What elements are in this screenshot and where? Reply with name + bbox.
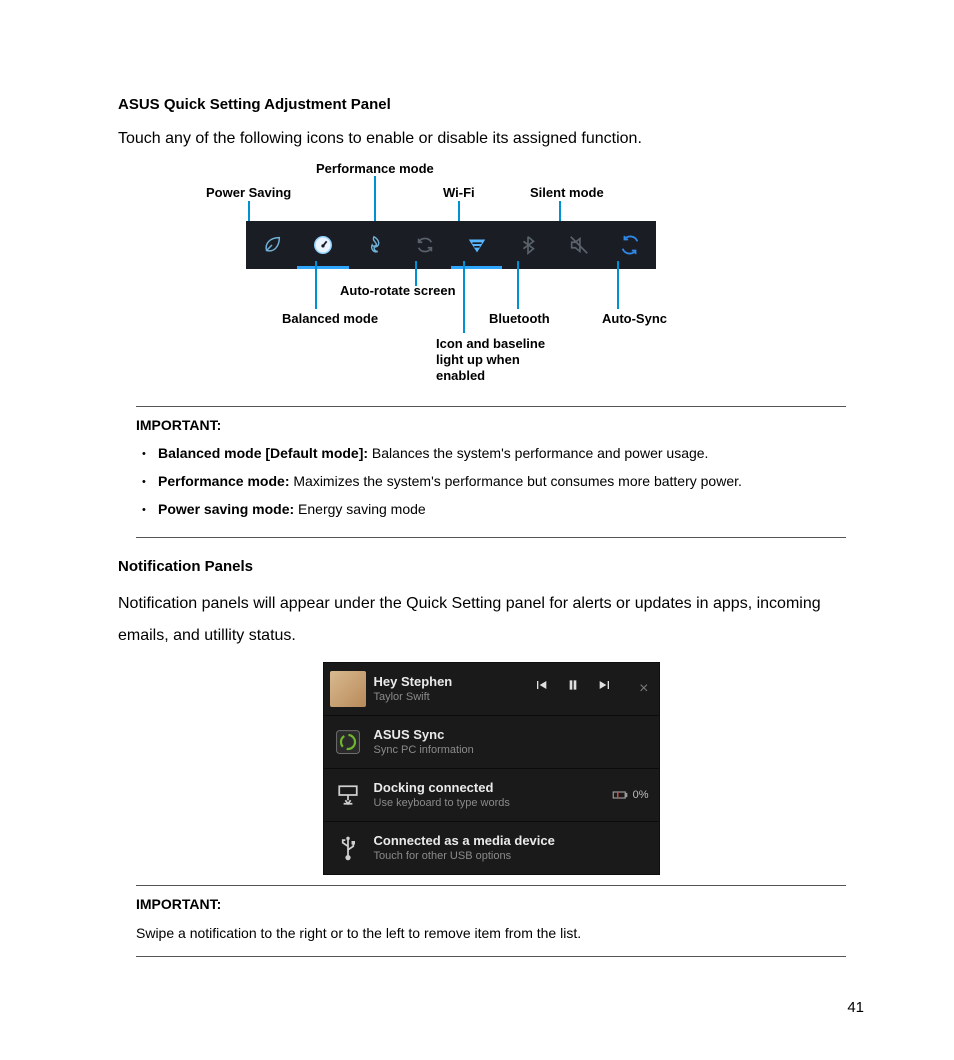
callout-auto-sync: Auto-Sync bbox=[602, 311, 667, 327]
callout-auto-rotate: Auto-rotate screen bbox=[340, 283, 456, 299]
wifi-icon bbox=[466, 234, 488, 256]
callout-line bbox=[463, 261, 465, 333]
qs-silent[interactable] bbox=[554, 221, 605, 269]
callout-silent: Silent mode bbox=[530, 185, 604, 201]
notification-row-music[interactable]: Hey Stephen Taylor Swift × bbox=[324, 663, 659, 716]
qs-performance[interactable] bbox=[349, 221, 400, 269]
notification-title: Docking connected bbox=[374, 781, 611, 795]
notification-subtitle: Taylor Swift bbox=[374, 691, 534, 703]
section-title-quick-setting: ASUS Quick Setting Adjustment Panel bbox=[118, 94, 864, 117]
list-item: Balanced mode [Default mode]: Balances t… bbox=[158, 443, 846, 464]
usb-icon bbox=[330, 830, 366, 866]
qs-wifi[interactable] bbox=[451, 221, 502, 269]
important-box-modes: IMPORTANT: Balanced mode [Default mode]:… bbox=[136, 406, 846, 538]
qs-power-saving[interactable] bbox=[246, 221, 297, 269]
important-label: IMPORTANT: bbox=[136, 894, 846, 915]
qs-auto-sync[interactable] bbox=[605, 221, 656, 269]
callout-line bbox=[617, 261, 619, 309]
callout-performance: Performance mode bbox=[316, 161, 434, 177]
notification-row-dock[interactable]: Docking connected Use keyboard to type w… bbox=[324, 769, 659, 822]
asus-sync-icon bbox=[330, 724, 366, 760]
qs-bluetooth[interactable] bbox=[502, 221, 553, 269]
important-label: IMPORTANT: bbox=[136, 415, 846, 436]
notification-panel-screenshot: Hey Stephen Taylor Swift × ASUS Sync Syn… bbox=[323, 662, 660, 875]
notification-row-usb[interactable]: Connected as a media device Touch for ot… bbox=[324, 822, 659, 874]
gauge-circle-icon bbox=[312, 234, 334, 256]
pause-icon[interactable] bbox=[565, 677, 581, 701]
important-text: Swipe a notification to the right or to … bbox=[136, 923, 846, 944]
important-box-swipe: IMPORTANT: Swipe a notification to the r… bbox=[136, 885, 846, 957]
callout-line bbox=[517, 261, 519, 309]
callout-bluetooth: Bluetooth bbox=[489, 311, 550, 327]
callout-power-saving: Power Saving bbox=[206, 185, 291, 201]
notification-subtitle: Sync PC information bbox=[374, 744, 649, 756]
quick-setting-diagram: Power Saving Performance mode Wi-Fi Sile… bbox=[118, 161, 864, 396]
leaf-icon bbox=[261, 234, 283, 256]
quick-setting-bar bbox=[246, 221, 656, 269]
callout-line bbox=[315, 261, 317, 309]
sync-icon bbox=[619, 234, 641, 256]
page-number: 41 bbox=[118, 997, 864, 1020]
qs-balanced[interactable] bbox=[297, 221, 348, 269]
qs-auto-rotate[interactable] bbox=[400, 221, 451, 269]
album-art-icon bbox=[330, 671, 366, 707]
next-track-icon[interactable] bbox=[597, 677, 613, 701]
rotate-icon bbox=[414, 234, 436, 256]
important-list: Balanced mode [Default mode]: Balances t… bbox=[136, 443, 846, 520]
section-intro-quick-setting: Touch any of the following icons to enab… bbox=[118, 127, 864, 151]
notification-title: Connected as a media device bbox=[374, 834, 649, 848]
bluetooth-icon bbox=[517, 234, 539, 256]
callout-balanced: Balanced mode bbox=[282, 311, 378, 327]
flame-icon bbox=[363, 234, 385, 256]
callout-baseline-note: Icon and baseline light up when enabled bbox=[436, 336, 545, 385]
dock-icon bbox=[330, 777, 366, 813]
section-intro-notification: Notification panels will appear under th… bbox=[118, 588, 864, 652]
section-title-notification: Notification Panels bbox=[118, 556, 864, 579]
callout-wifi: Wi-Fi bbox=[443, 185, 475, 201]
notification-row-sync[interactable]: ASUS Sync Sync PC information bbox=[324, 716, 659, 769]
notification-title: Hey Stephen bbox=[374, 675, 534, 689]
close-icon[interactable]: × bbox=[639, 677, 648, 701]
battery-badge: 0% bbox=[611, 786, 649, 804]
notification-title: ASUS Sync bbox=[374, 728, 649, 742]
notification-subtitle: Touch for other USB options bbox=[374, 850, 649, 862]
prev-track-icon[interactable] bbox=[533, 677, 549, 701]
list-item: Power saving mode: Energy saving mode bbox=[158, 499, 846, 520]
mute-icon bbox=[568, 234, 590, 256]
notification-subtitle: Use keyboard to type words bbox=[374, 797, 611, 809]
list-item: Performance mode: Maximizes the system's… bbox=[158, 471, 846, 492]
